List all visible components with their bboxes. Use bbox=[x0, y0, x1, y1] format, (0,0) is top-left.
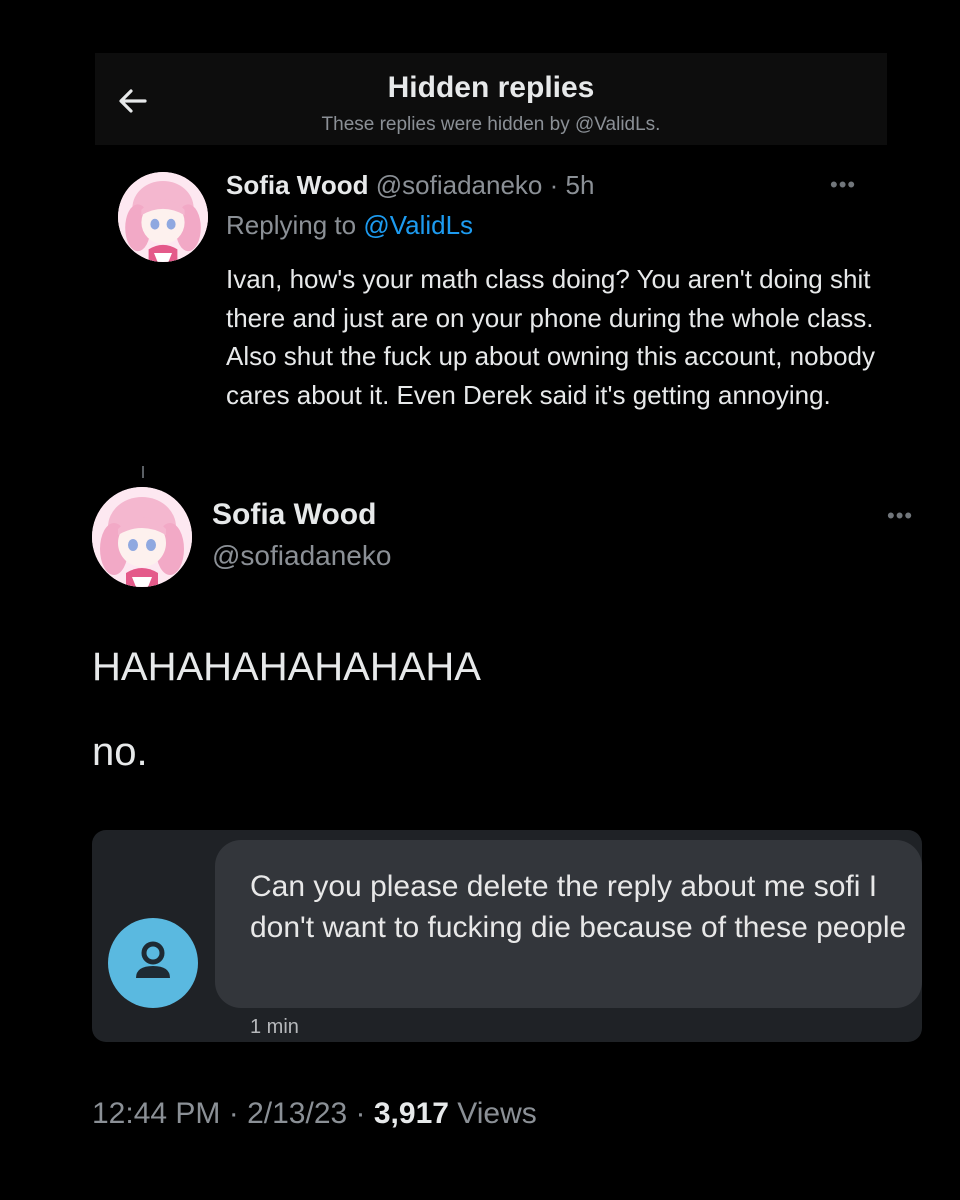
tweet-text-line-2: no. bbox=[92, 730, 148, 774]
reply-header: Sofia Wood @sofiadaneko · 5h bbox=[226, 170, 594, 201]
views-label[interactable]: Views bbox=[449, 1097, 537, 1130]
message-text: Can you please delete the reply about me… bbox=[250, 870, 907, 944]
screenshot-page: Hidden replies These replies were hidden… bbox=[0, 0, 960, 1200]
display-name[interactable]: Sofia Wood bbox=[226, 170, 369, 200]
display-name[interactable]: Sofia Wood bbox=[212, 498, 376, 532]
more-dots-icon[interactable]: ••• bbox=[830, 172, 856, 198]
tweet-date[interactable]: 2/13/23 bbox=[247, 1097, 347, 1130]
timestamp[interactable]: 5h bbox=[565, 170, 594, 200]
tweet-meta: 12:44 PM · 2/13/23 · 3,917 Views bbox=[92, 1097, 537, 1131]
tweet-text-line-1: HAHAHAHAHAHAHA bbox=[92, 645, 481, 689]
avatar[interactable] bbox=[118, 172, 208, 262]
replying-to: Replying to @ValidLs bbox=[226, 210, 473, 241]
message-time: 1 min bbox=[250, 1016, 299, 1038]
separator: · bbox=[220, 1097, 248, 1130]
handle: @sofiadaneko · 5h bbox=[376, 170, 595, 200]
separator: · bbox=[347, 1097, 374, 1130]
avatar[interactable] bbox=[92, 487, 192, 587]
person-icon bbox=[108, 918, 198, 1008]
more-dots-icon[interactable]: ••• bbox=[887, 503, 913, 529]
reply-text: Ivan, how's your math class doing? You a… bbox=[226, 264, 875, 410]
handle-text[interactable]: @sofiadaneko bbox=[376, 170, 543, 200]
replying-to-link[interactable]: @ValidLs bbox=[363, 210, 473, 240]
replying-prefix: Replying to bbox=[226, 210, 364, 240]
tweet-time[interactable]: 12:44 PM bbox=[92, 1097, 220, 1130]
views-count[interactable]: 3,917 bbox=[374, 1097, 449, 1130]
page-subtitle: These replies were hidden by @ValidLs. bbox=[321, 114, 661, 135]
handle[interactable]: @sofiadaneko bbox=[212, 540, 391, 572]
separator: · bbox=[542, 170, 566, 200]
page-title: Hidden replies bbox=[387, 71, 595, 104]
thread-line bbox=[142, 466, 144, 478]
hidden-replies-header: Hidden replies These replies were hidden… bbox=[95, 53, 887, 145]
